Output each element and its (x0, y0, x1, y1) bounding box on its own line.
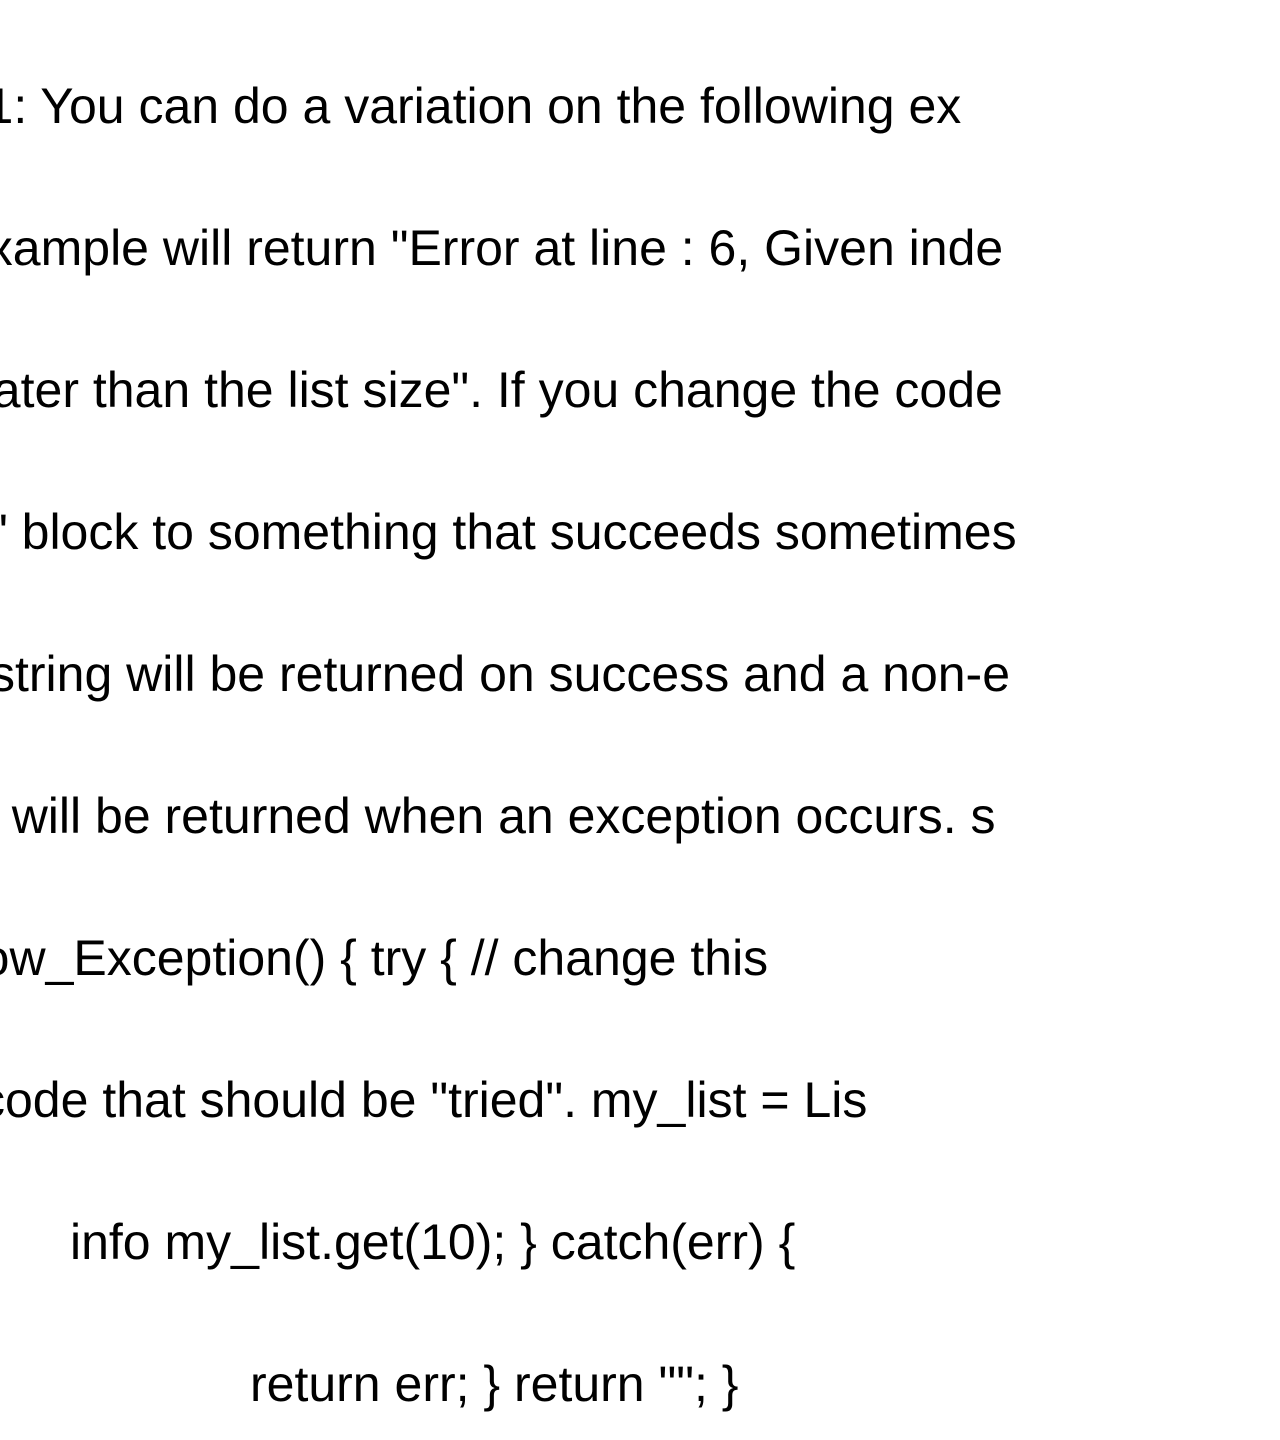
code-line: row_Exception() { try { // change this (0, 923, 1280, 994)
document-text: r 1: You can do a variation on the follo… (0, 0, 1280, 1440)
text-line: " block to something that succeeds somet… (0, 497, 1280, 568)
code-line: return err; } return ""; } (250, 1349, 1280, 1420)
text-line: r 1: You can do a variation on the follo… (0, 71, 1280, 142)
text-line: string will be returned on success and a… (0, 639, 1280, 710)
code-line: info my_list.get(10); } catch(err) { (70, 1207, 1280, 1278)
code-line: code that should be "tried". my_list = L… (0, 1065, 1280, 1136)
text-line: g will be returned when an exception occ… (0, 781, 1280, 852)
text-line: eater than the list size". If you change… (0, 355, 1280, 426)
text-line: example will return "Error at line : 6, … (0, 213, 1280, 284)
